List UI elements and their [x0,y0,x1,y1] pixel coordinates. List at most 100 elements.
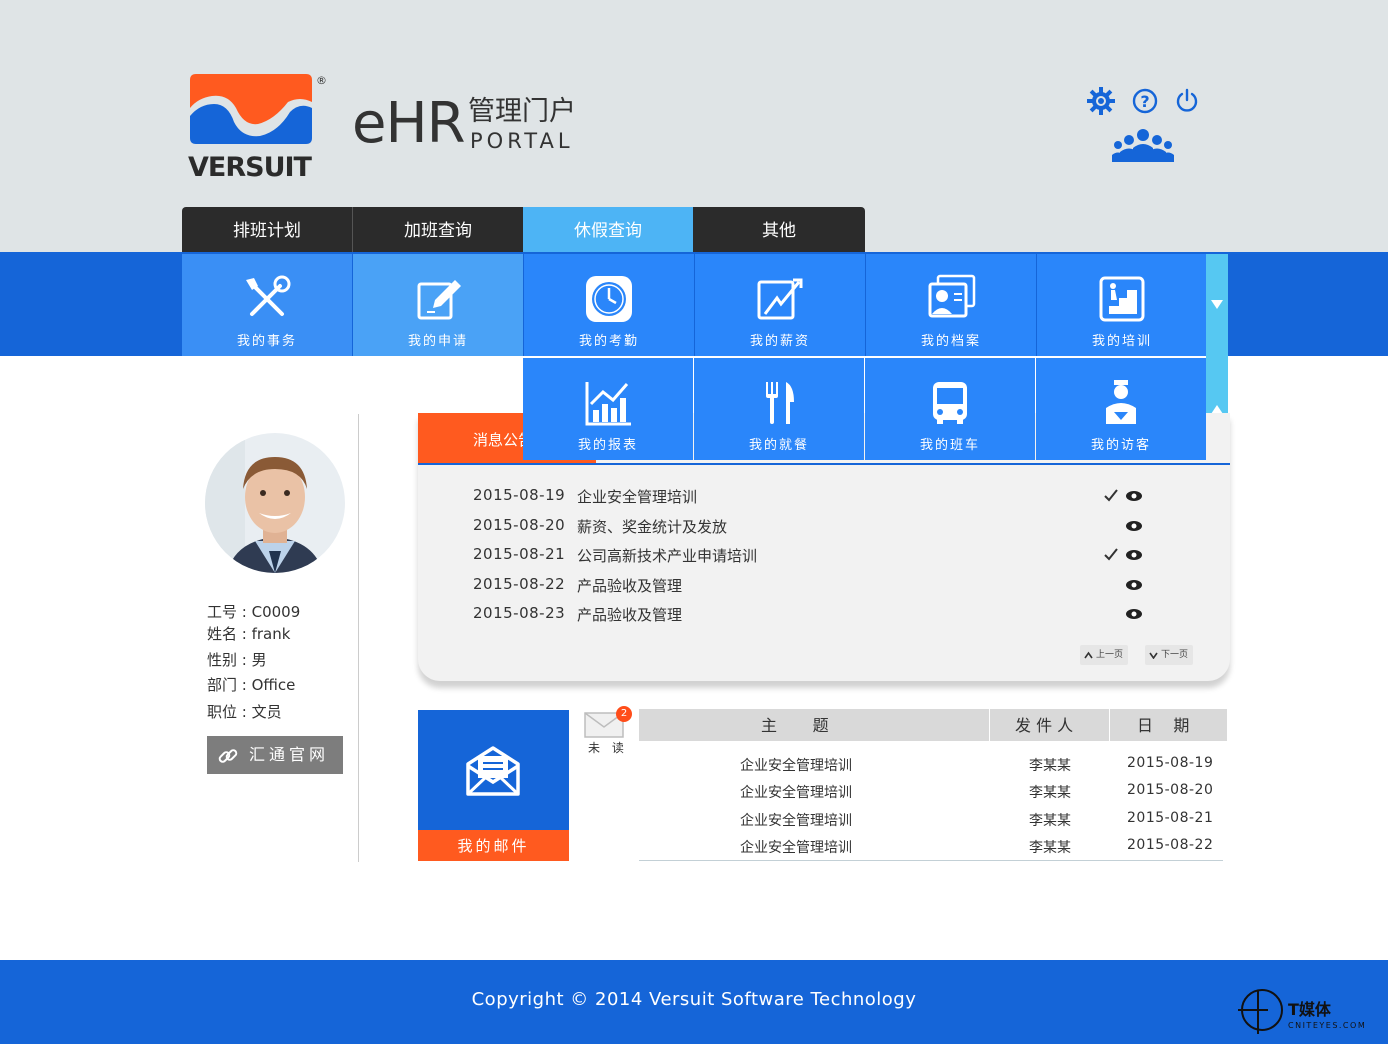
mail-subject: 企业安全管理培训 [740,840,852,856]
menu-label: 我的就餐 [748,438,809,453]
menu-my-dining[interactable]: 我的就餐 [694,358,864,460]
mail-subject: 企业安全管理培训 [740,758,852,774]
eye-icon[interactable] [1125,490,1143,502]
mail-sender: 李某某 [1029,840,1071,856]
news-item[interactable]: 2015-08-21 公司高新技术产业申请培训 [473,545,1173,567]
menu-my-training[interactable]: 我的培训 [1037,254,1207,356]
menu-my-shuttle[interactable]: 我的班车 [865,358,1035,460]
tab-other[interactable]: 其他 [694,207,864,252]
mail-date: 2015-08-22 [1127,837,1214,853]
menu-my-applications[interactable]: 我的申请 [353,254,523,356]
mail-sender: 李某某 [1029,758,1071,774]
my-mail-label: 我的邮件 [418,830,569,861]
power-icon[interactable] [1174,88,1200,114]
tab-schedule[interactable]: 排班计划 [182,207,352,252]
news-title: 产品验收及管理 [577,606,683,624]
news-title: 产品验收及管理 [577,577,683,595]
my-mail-button[interactable]: 我的邮件 [418,710,569,861]
main-tabs: 排班计划 加班查询 休假查询 其他 [182,207,865,252]
prev-page-label: 上一页 [1096,650,1124,660]
prev-page-button[interactable]: 上一页 [1080,645,1128,665]
next-page-button[interactable]: 下一页 [1145,645,1193,665]
menu-row-1: 我的事务 我的申请 我的考勤 我的薪资 我的档案 我的培训 [182,254,1228,356]
menu-label: 我的申请 [407,334,468,349]
eye-icon[interactable] [1125,520,1143,532]
employee-id: 工号 : C0009 [207,603,301,621]
mail-subject: 企业安全管理培训 [740,813,852,829]
news-title: 企业安全管理培训 [577,488,698,506]
table-row[interactable]: 企业安全管理培训 李某某 2015-08-20 [639,782,1227,809]
team-icon[interactable] [1112,128,1174,162]
gear-icon[interactable] [1086,86,1116,116]
mail-sender: 李某某 [1029,785,1071,801]
footer: Copyright © 2014 Versuit Software Techno… [0,960,1388,1044]
mail-subject: 企业安全管理培训 [740,785,852,801]
portal-cn-title: 管理门户 [468,96,576,127]
menu-label: 我的薪资 [749,334,810,349]
news-date: 2015-08-20 [473,516,566,534]
menu-my-reports[interactable]: 我的报表 [523,358,693,460]
scroll-down-icon[interactable] [1211,298,1223,310]
tab-leave[interactable]: 休假查询 [523,207,693,252]
profile-card-icon [928,274,976,318]
menu-label: 我的档案 [920,334,981,349]
menu-my-attendance[interactable]: 我的考勤 [524,254,694,356]
eye-icon[interactable] [1125,549,1143,561]
watermark-en: CNITEYES.COM [1288,1021,1366,1030]
header-subject: 主 题 [761,716,829,735]
check-icon [1104,489,1118,502]
header-sender: 发 件 人 [1015,716,1074,735]
avatar [205,433,345,573]
check-icon [1104,548,1118,561]
menu-label: 我的事务 [236,334,297,349]
watermark: T媒体 CNITEYES.COM [1238,986,1383,1036]
chevron-up-icon [1084,651,1093,659]
watermark-cn: T媒体 [1288,1000,1332,1019]
chevron-down-icon [1149,652,1158,659]
news-date: 2015-08-21 [473,545,566,563]
unread-label: 未 读 [588,741,628,755]
copyright-text: Copyright © 2014 Versuit Software Techno… [471,989,917,1010]
table-row[interactable]: 企业安全管理培训 李某某 2015-08-19 [639,755,1227,782]
mail-date: 2015-08-19 [1127,755,1214,771]
eye-icon[interactable] [1125,579,1143,591]
news-date: 2015-08-22 [473,575,566,593]
mail-table-bottom-line [639,860,1223,861]
unread-mail-indicator[interactable]: 2 未 读 [584,706,632,758]
edit-icon [417,280,461,320]
dining-icon [766,382,794,424]
mail-date: 2015-08-21 [1127,810,1214,826]
column-divider [358,414,359,862]
menu-my-visitors[interactable]: 我的访客 [1036,358,1206,460]
news-title: 公司高新技术产业申请培训 [577,547,758,565]
table-row[interactable]: 企业安全管理培训 李某某 2015-08-21 [639,810,1227,837]
mail-date: 2015-08-20 [1127,782,1214,798]
news-item[interactable]: 2015-08-19 企业安全管理培训 [473,486,1173,508]
unread-badge: 2 [616,706,632,722]
news-date: 2015-08-19 [473,486,566,504]
tab-overtime[interactable]: 加班查询 [353,207,523,252]
menu-label: 我的班车 [919,438,980,453]
employee-department: 部门 : Office [207,676,296,694]
menu-label: 我的考勤 [578,334,639,349]
news-item[interactable]: 2015-08-22 产品验收及管理 [473,575,1173,597]
official-site-label: 汇通官网 [249,745,330,764]
svg-text:®: ® [316,74,327,87]
mail-icon [466,746,520,796]
help-icon[interactable]: ? [1132,88,1158,114]
employee-position: 职位 : 文员 [207,703,282,721]
header-divider [1109,709,1110,741]
menu-my-salary[interactable]: 我的薪资 [695,254,865,356]
news-item[interactable]: 2015-08-20 薪资、奖金统计及发放 [473,516,1173,538]
mail-sender: 李某某 [1029,813,1071,829]
employee-name: 姓名 : frank [207,625,291,643]
news-item[interactable]: 2015-08-23 产品验收及管理 [473,604,1173,626]
eye-icon[interactable] [1125,608,1143,620]
menu-my-profile[interactable]: 我的档案 [866,254,1036,356]
header-actions: ? [1086,86,1206,166]
menu-my-affairs[interactable]: 我的事务 [182,254,352,356]
official-site-button[interactable]: 汇通官网 [207,736,343,774]
mail-table-header: 主 题 发 件 人 日 期 [639,709,1227,741]
salary-icon [757,278,803,320]
news-title: 薪资、奖金统计及发放 [577,518,728,536]
